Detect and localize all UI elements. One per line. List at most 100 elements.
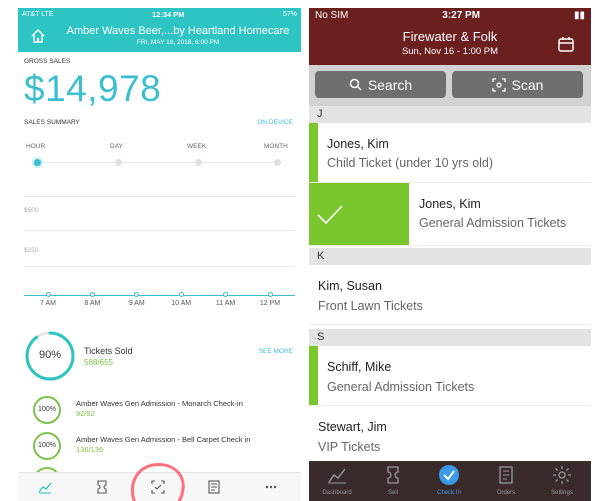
clock: 12:34 PM	[151, 9, 185, 19]
more-icon[interactable]	[263, 479, 279, 495]
attendee-name: Kim, Susan	[318, 279, 382, 293]
orders-icon	[499, 466, 513, 484]
grid-line	[24, 230, 295, 231]
search-icon	[349, 78, 362, 91]
checkin-percent: 100%	[38, 406, 56, 413]
sales-line-series	[24, 295, 295, 296]
grid-line	[24, 266, 295, 267]
attendee-name: Jones, Kim	[327, 137, 389, 151]
event-header: No SIM 3:27 PM ▮▮ Firewater & Folk Sun, …	[309, 8, 591, 65]
x-tick-label: 11 AM	[215, 300, 236, 307]
search-button[interactable]: Search	[315, 71, 446, 98]
period-slider-stop[interactable]	[115, 159, 122, 166]
period-slider-track	[38, 162, 278, 163]
on-device-link[interactable]: ON DEVICE	[257, 119, 293, 126]
attendee-name: Jones, Kim	[419, 197, 481, 211]
line-data-point	[134, 292, 140, 297]
checkin-count: 136/136	[76, 445, 104, 454]
clock: 3:27 PM	[442, 10, 481, 21]
tab-check-in[interactable]: Check In	[424, 464, 474, 500]
event-datetime: FRI, MAY 18, 2018, 6:00 PM	[136, 39, 220, 46]
period-month[interactable]: MONTH	[264, 143, 288, 150]
ticket-type: Front Lawn Tickets	[318, 299, 423, 313]
attendee-row[interactable]: Jones, Kim Child Ticket (under 10 yrs ol…	[309, 123, 591, 183]
line-data-point	[223, 292, 229, 297]
event-title: Firewater & Folk	[402, 29, 498, 44]
ticket-type: General Admission Tickets	[419, 216, 567, 230]
tab-orders[interactable]: Orders	[481, 464, 531, 500]
checked-in-indicator	[309, 346, 318, 405]
line-data-point	[267, 292, 273, 297]
attendee-row[interactable]: Stewart, Jim VIP Tickets	[309, 406, 591, 461]
gross-sales-value: $14,978	[24, 68, 162, 109]
status-bar: No SIM 3:27 PM ▮▮	[309, 10, 591, 24]
scan-icon	[491, 77, 506, 92]
attendee-name: Stewart, Jim	[318, 420, 387, 434]
chart-icon[interactable]	[37, 479, 53, 495]
x-tick-label: 10 AM	[171, 300, 192, 307]
search-button-label: Search	[367, 76, 413, 93]
scan-button-label: Scan	[511, 76, 544, 93]
section-header: S	[309, 329, 591, 346]
tickets-sold-percent: 90%	[38, 349, 62, 361]
checkin-name: Amber Waves Gen Admission - Monarch Chec…	[76, 399, 243, 408]
tab-dashboard[interactable]: Dashboard	[312, 464, 362, 500]
tab-label: Settings	[551, 490, 573, 496]
x-tick-label: 12 PM	[259, 300, 281, 307]
scan-button[interactable]: Scan	[452, 71, 583, 98]
gear-icon	[553, 466, 571, 484]
tab-sell[interactable]: Sell	[368, 464, 418, 500]
tab-settings[interactable]: Settings	[537, 464, 587, 500]
gross-sales-label: GROSS SALES	[24, 58, 71, 65]
period-week[interactable]: WEEK	[187, 143, 206, 150]
event-title: Amber Waves Beer,...by Heartland Homecar…	[66, 25, 290, 37]
tab-label: Sell	[387, 490, 398, 496]
tickets-sold-title: Tickets Sold	[84, 346, 133, 356]
ticket-icon[interactable]	[94, 479, 110, 495]
line-data-point	[89, 292, 95, 297]
ticket-icon	[387, 466, 399, 484]
line-data-point	[178, 292, 184, 297]
tab-label: Check In	[437, 490, 461, 496]
tab-label: Dashboard	[322, 490, 352, 496]
attendee-row[interactable]: Kim, Susan Front Lawn Tickets	[309, 265, 591, 325]
attendee-name: Schiff, Mike	[327, 360, 392, 374]
ticket-type: Child Ticket (under 10 yrs old)	[327, 156, 494, 170]
period-day[interactable]: DAY	[110, 143, 123, 150]
orders-icon[interactable]	[206, 479, 222, 495]
period-slider-stop[interactable]	[274, 159, 281, 166]
battery-icon: ▮▮	[573, 10, 585, 21]
x-tick-label: 8 AM	[84, 300, 101, 307]
section-header: K	[309, 248, 591, 265]
x-tick-label: 7 AM	[40, 300, 56, 307]
event-header: Amber Waves Beer,...by Heartland Homecar…	[18, 20, 301, 52]
checkmark-icon	[439, 465, 459, 485]
y-tick-label: $250	[24, 247, 39, 254]
checked-in-indicator	[309, 123, 318, 182]
screenshot-composite: AT&T LTE 12:34 PM 57% Amber Waves Beer,.…	[0, 0, 595, 501]
attendee-row[interactable]: Jones, Kim General Admission Tickets	[309, 183, 591, 246]
checkin-list-item[interactable]: 100% Amber Waves Gen Admission - Monarch…	[32, 395, 297, 427]
home-icon[interactable]	[30, 28, 46, 44]
checkin-count: 92/92	[76, 409, 95, 418]
bottom-tab-bar: Dashboard Sell Check In Orders Settings	[309, 461, 591, 501]
swipe-checkin-action[interactable]	[309, 183, 409, 245]
attendee-row[interactable]: Schiff, Mike General Admission Tickets	[309, 346, 591, 406]
x-tick-label: 9 AM	[128, 300, 145, 307]
sales-summary-label: SALES SUMMARY	[24, 119, 80, 126]
tickets-sold-count: 588/655	[84, 358, 113, 367]
highlight-circle-annotation	[130, 463, 185, 501]
section-header: J	[309, 106, 591, 123]
period-hour[interactable]: HOUR	[26, 143, 45, 150]
checkin-percent: 100%	[38, 442, 56, 449]
chart-icon	[328, 468, 346, 484]
search-toolbar: Search Scan	[309, 65, 591, 106]
period-slider-thumb[interactable]	[34, 159, 41, 166]
carrier-label: No SIM	[315, 10, 349, 21]
see-more-link[interactable]: SEE MORE	[259, 348, 293, 355]
calendar-icon[interactable]	[557, 35, 575, 53]
line-data-point	[45, 292, 51, 297]
battery-label: 57%	[282, 10, 297, 18]
ticket-type: General Admission Tickets	[327, 380, 475, 394]
period-slider-stop[interactable]	[195, 159, 202, 166]
